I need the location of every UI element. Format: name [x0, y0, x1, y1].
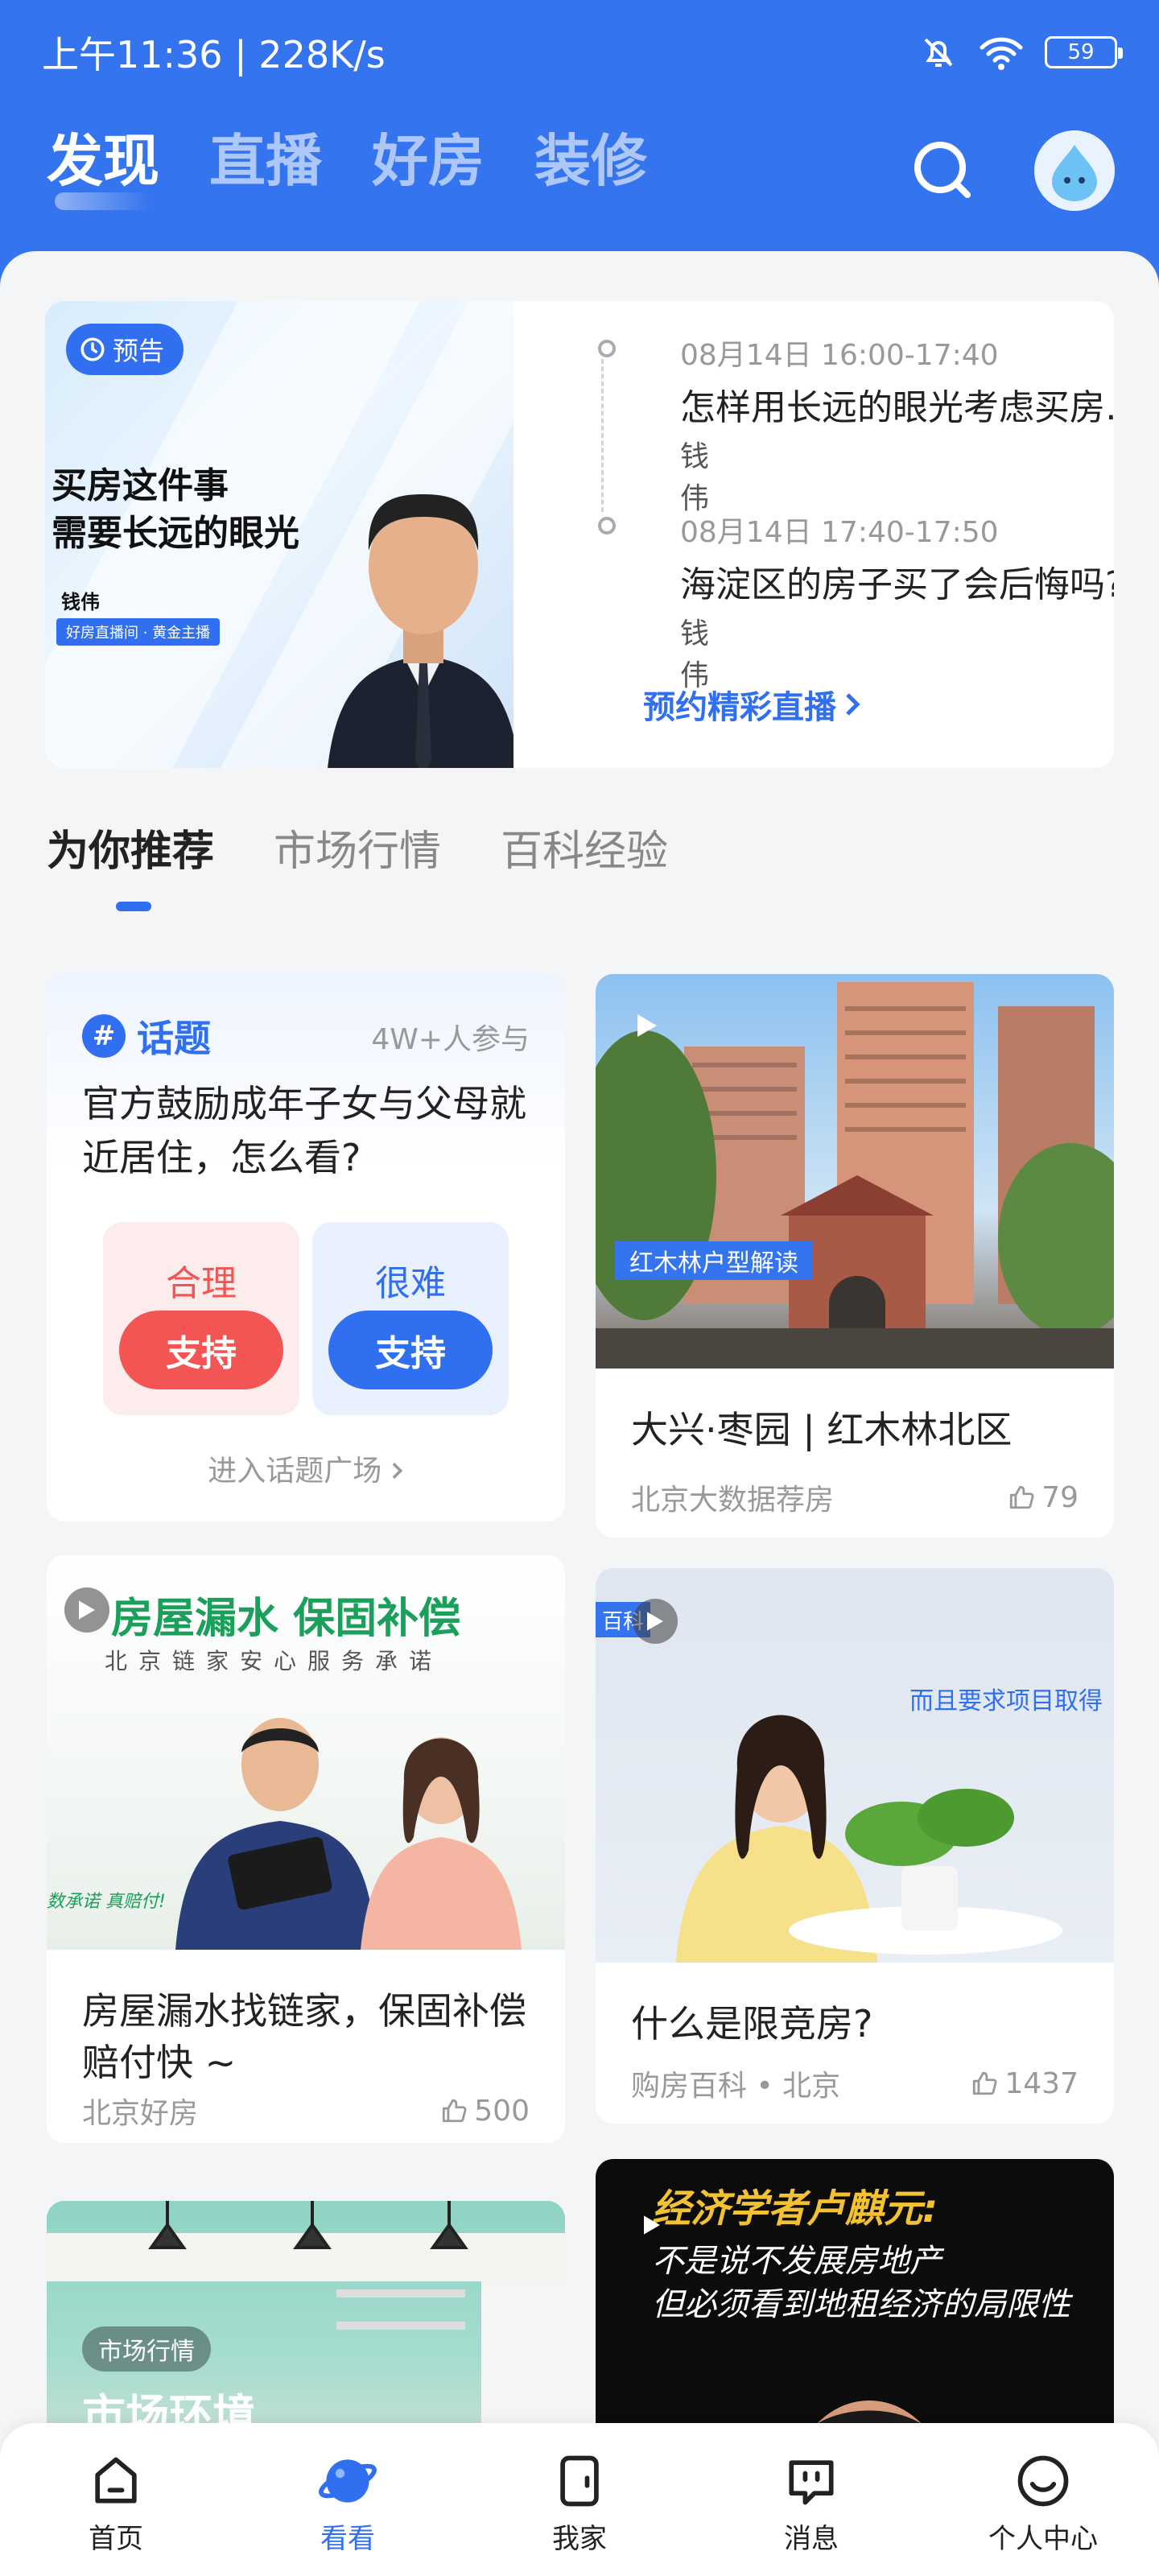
card-thumbnail: 百科 而且要求项目取得 — [596, 1568, 1114, 1963]
tab-recommend[interactable]: 为你推荐 — [47, 831, 214, 911]
thumbs-up-icon — [1010, 1485, 1034, 1509]
feed-card-water-leak[interactable]: 房屋漏水 保固补偿 北京链家安心服务承诺 数承诺 真赔付! 房屋漏水找链家，保固… — [47, 1555, 565, 2143]
feed-card-xianjingfang[interactable]: 百科 而且要求项目取得 什么是限竞房? 购房百科 • 北京 1437 — [596, 1568, 1114, 2124]
mascot-icon — [1034, 130, 1115, 211]
avatar[interactable] — [1034, 130, 1115, 211]
smile-icon — [1017, 2455, 1069, 2507]
nav-my-home[interactable]: 我家 — [464, 2423, 695, 2576]
live-poster[interactable]: 预告 买房这件事 需要长远的眼光 钱伟 好房直播间 · 黄金主播 — [45, 301, 514, 768]
topic-card[interactable]: # 话题 4W+人参与 官方鼓励成年子女与父母就近居住，怎么看? 合理 支持 很… — [47, 974, 565, 1521]
economist-line-3: 但必须看到地租经济的局限性 — [652, 2286, 1070, 2323]
app-header: 上午11:36 | 228K/s 59 发现 直播 好房 装修 — [0, 0, 1159, 290]
topic-participants: 4W+人参与 — [371, 1023, 530, 1056]
economist-line-2: 不是说不发展房地产 — [652, 2243, 942, 2280]
market-tag: 市场行情 — [82, 2326, 211, 2372]
door-icon — [560, 2455, 599, 2507]
thumbs-up-icon — [973, 2071, 997, 2095]
topic-question: 官方鼓励成年子女与父母就近居住，怎么看? — [82, 1082, 526, 1179]
like-count[interactable]: 79 — [1008, 1481, 1079, 1514]
thumbs-up-icon — [443, 2099, 467, 2123]
status-time: 上午11:36 | 228K/s — [42, 33, 386, 76]
chevron-right-icon — [846, 693, 860, 716]
live-preview-card[interactable]: 预告 买房这件事 需要长远的眼光 钱伟 好房直播间 · 黄金主播 08月14日 — [45, 301, 1114, 768]
mute-icon — [924, 38, 953, 67]
card-meta: 购房百科 • 北京 1437 — [631, 2066, 1079, 2103]
tab-market[interactable]: 市场行情 — [274, 831, 441, 873]
poster-host-role: 好房直播间 · 黄金主播 — [56, 618, 221, 646]
status-bar: 上午11:36 | 228K/s 59 — [42, 24, 1123, 80]
hashtag-icon: # — [82, 1014, 126, 1058]
chevron-right-icon — [392, 1462, 402, 1480]
card-title: 房屋漏水找链家，保固补偿赔付快 ~ — [82, 1989, 526, 2085]
message-icon — [789, 2460, 834, 2505]
building-illustration — [596, 982, 1114, 1368]
play-icon — [637, 1014, 657, 1037]
nav-home[interactable]: 首页 — [0, 2423, 232, 2576]
agents-illustration — [175, 1718, 522, 1950]
card-thumbnail: 红木林户型解读 — [596, 974, 1114, 1368]
banner-subtitle: 北京链家安心服务承诺 — [105, 1648, 443, 1674]
like-count[interactable]: 500 — [440, 2095, 530, 2128]
battery-indicator: 59 — [1045, 36, 1123, 68]
tab-discover[interactable]: 发现 — [47, 133, 159, 210]
banner-title: 房屋漏水 保固补偿 — [111, 1595, 461, 1643]
feed-card-hongmulin[interactable]: 红木林户型解读 大兴·枣园 | 红木林北区 北京大数据荐房 79 — [596, 974, 1114, 1538]
book-live-link[interactable]: 预约精彩直播 — [643, 681, 862, 728]
economist-line-1: 经济学者卢麒元: — [652, 2186, 938, 2231]
play-icon — [644, 2215, 660, 2235]
preview-badge: 预告 — [66, 324, 184, 375]
clock-icon — [80, 337, 105, 361]
card-meta: 北京大数据荐房 79 — [631, 1480, 1079, 1517]
like-count[interactable]: 1437 — [971, 2067, 1079, 2100]
card-title: 什么是限竞房? — [631, 2002, 873, 2046]
card-thumbnail: 房屋漏水 保固补偿 北京链家安心服务承诺 数承诺 真赔付! — [47, 1555, 565, 1950]
wifi-icon — [980, 37, 1023, 70]
vote-option-difficult: 很难 支持 — [312, 1222, 509, 1415]
card-meta: 北京好房 500 — [82, 2094, 530, 2131]
vote-option-agree: 合理 支持 — [103, 1222, 299, 1415]
banner-side-text: 数承诺 真赔付! — [47, 1892, 166, 1912]
top-tabs: 发现 直播 好房 装修 — [47, 133, 647, 210]
tab-decoration[interactable]: 装修 — [534, 133, 647, 189]
presenter-illustration — [676, 1715, 1062, 1963]
poster-title: 买房这件事 需要长远的眼光 — [52, 465, 299, 555]
main-content: 预告 买房这件事 需要长远的眼光 钱伟 好房直播间 · 黄金主播 08月14日 — [0, 251, 1159, 2523]
video-overlay-label: 红木林户型解读 — [615, 1241, 813, 1280]
tab-encyclopedia[interactable]: 百科经验 — [501, 831, 668, 873]
play-icon — [647, 1612, 663, 1631]
home-icon — [95, 2457, 137, 2504]
card-title: 大兴·枣园 | 红木林北区 — [631, 1408, 1013, 1451]
planet-icon — [319, 2459, 377, 2503]
nav-explore[interactable]: 看看 — [232, 2423, 464, 2576]
topic-label: # 话题 — [82, 1009, 211, 1063]
search-icon[interactable] — [909, 137, 974, 201]
tab-good-homes[interactable]: 好房 — [372, 133, 485, 189]
support-agree-button[interactable]: 支持 — [119, 1311, 283, 1389]
nav-profile[interactable]: 个人中心 — [927, 2423, 1159, 2576]
tab-live[interactable]: 直播 — [209, 133, 322, 189]
live-schedule: 08月14日 16:00-17:40 怎样用长远的眼光考虑买房… 钱伟 08月1… — [548, 301, 1114, 768]
host-portrait — [328, 494, 514, 768]
support-difficult-button[interactable]: 支持 — [328, 1311, 493, 1389]
poster-host-name: 钱伟 — [61, 591, 100, 613]
topic-square-link[interactable]: 进入话题广场 — [47, 1447, 565, 1489]
nav-messages[interactable]: 消息 — [695, 2423, 927, 2576]
play-icon — [79, 1600, 95, 1620]
feed-tabs: 为你推荐 市场行情 百科经验 — [47, 831, 668, 911]
bottom-navigation: 首页 看看 我家 消息 个人中心 — [0, 2423, 1159, 2576]
